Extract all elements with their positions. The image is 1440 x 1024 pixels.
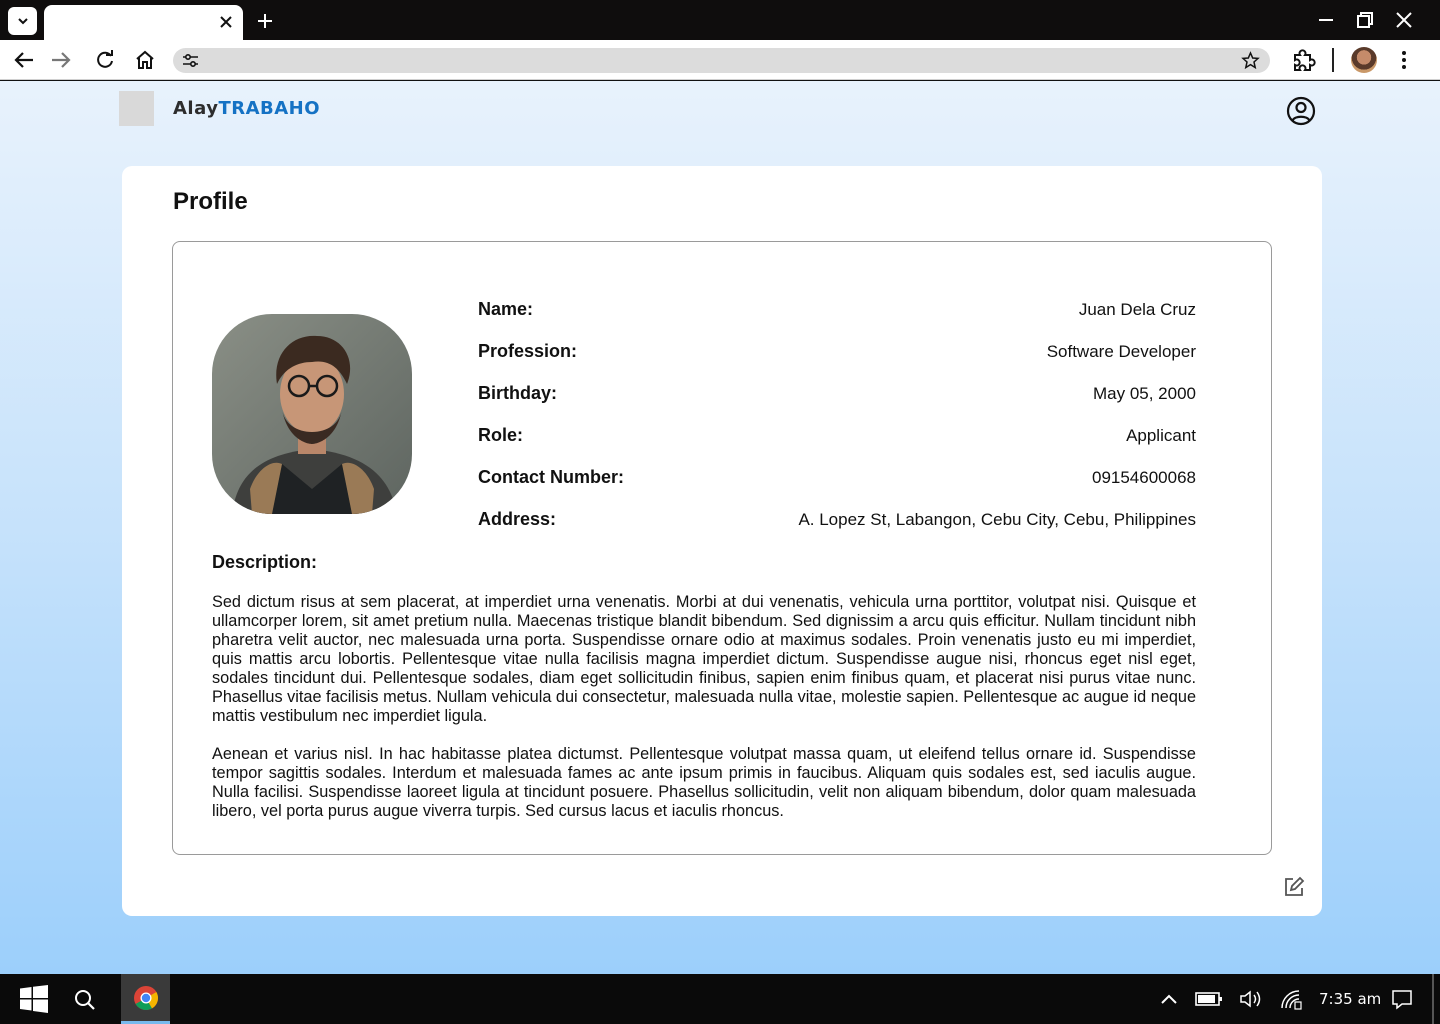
browser-toolbar (0, 40, 1440, 80)
chrome-taskbar-icon[interactable] (121, 974, 170, 1024)
info-label: Contact Number: (478, 467, 625, 487)
tab-search-button[interactable] (8, 7, 37, 35)
forward-arrow-icon[interactable] (49, 48, 73, 72)
reload-icon[interactable] (93, 48, 117, 72)
chevron-up-icon[interactable] (1158, 989, 1180, 1011)
description-paragraph-2: Aenean et varius nisl. In hac habitasse … (212, 745, 1196, 820)
info-label: Birthday: (478, 383, 558, 403)
info-value: Juan Dela Cruz (1078, 300, 1196, 319)
info-label: Address: (478, 509, 557, 529)
home-icon[interactable] (133, 48, 157, 72)
info-value: May 05, 2000 (1092, 384, 1196, 403)
info-row-profession: Profession: Software Developer (478, 341, 1196, 365)
info-value: 09154600068 (1091, 468, 1196, 487)
profile-photo (212, 314, 412, 514)
more-menu-icon[interactable] (1392, 48, 1416, 72)
info-row-contact-number: Contact Number: 09154600068 (478, 467, 1196, 491)
edit-icon[interactable] (1283, 876, 1305, 898)
info-row-role: Role: Applicant (478, 425, 1196, 449)
info-row-name: Name: Juan Dela Cruz (478, 299, 1196, 323)
chevron-down-icon (17, 18, 28, 25)
user-account-icon[interactable] (1285, 95, 1317, 127)
info-label: Name: (478, 299, 534, 319)
info-value: Software Developer (1046, 342, 1196, 361)
description-paragraph-1: Sed dictum risus at sem placerat, at imp… (212, 593, 1196, 725)
minimize-icon[interactable] (1314, 8, 1338, 32)
info-label: Role: (478, 425, 523, 445)
extensions-puzzle-icon[interactable] (1290, 46, 1318, 74)
network-icon[interactable] (1278, 987, 1304, 1011)
volume-icon[interactable] (1238, 987, 1264, 1011)
os-taskbar: 7:35 am (0, 974, 1440, 1024)
profile-card: Profile Name: Juan Dela Cruz Profession:… (122, 166, 1322, 916)
page-background: AlayTRABAHO Profile Name: Juan Dela Cruz… (0, 81, 1440, 974)
battery-icon[interactable] (1194, 987, 1224, 1011)
info-value: A. Lopez St, Labangon, Cebu City, Cebu, … (798, 510, 1196, 529)
restore-icon[interactable] (1353, 8, 1377, 32)
info-label: Profession: (478, 341, 578, 361)
taskbar-clock[interactable]: 7:35 am (1319, 990, 1381, 1008)
logo[interactable] (119, 91, 154, 126)
windows-start-icon[interactable] (18, 983, 50, 1015)
page-title: Profile (173, 188, 248, 215)
info-value: Applicant (1126, 426, 1196, 445)
info-row-birthday: Birthday: May 05, 2000 (478, 383, 1196, 407)
search-icon[interactable] (72, 987, 98, 1013)
brand-name[interactable]: AlayTRABAHO (173, 98, 320, 119)
address-bar[interactable] (173, 48, 1270, 73)
new-tab-plus-icon[interactable] (254, 10, 276, 32)
browser-tab-bar (0, 0, 1440, 40)
brand-part-2: TRABAHO (218, 98, 321, 119)
description-label: Description: (212, 552, 318, 572)
tab-close-icon[interactable] (217, 13, 235, 31)
close-window-icon[interactable] (1392, 8, 1416, 32)
toolbar-divider (1332, 48, 1334, 72)
brand-part-1: Alay (173, 98, 219, 119)
show-desktop-button[interactable] (1432, 974, 1434, 1024)
notifications-icon[interactable] (1390, 987, 1414, 1011)
bookmark-star-icon[interactable] (1241, 51, 1260, 70)
info-row-address: Address: A. Lopez St, Labangon, Cebu Cit… (478, 509, 1196, 533)
browser-tab[interactable] (44, 5, 243, 40)
site-settings-icon[interactable] (181, 51, 200, 70)
profile-details-panel: Name: Juan Dela Cruz Profession: Softwar… (172, 241, 1272, 855)
back-arrow-icon[interactable] (12, 48, 36, 72)
browser-profile-avatar[interactable] (1351, 47, 1377, 73)
